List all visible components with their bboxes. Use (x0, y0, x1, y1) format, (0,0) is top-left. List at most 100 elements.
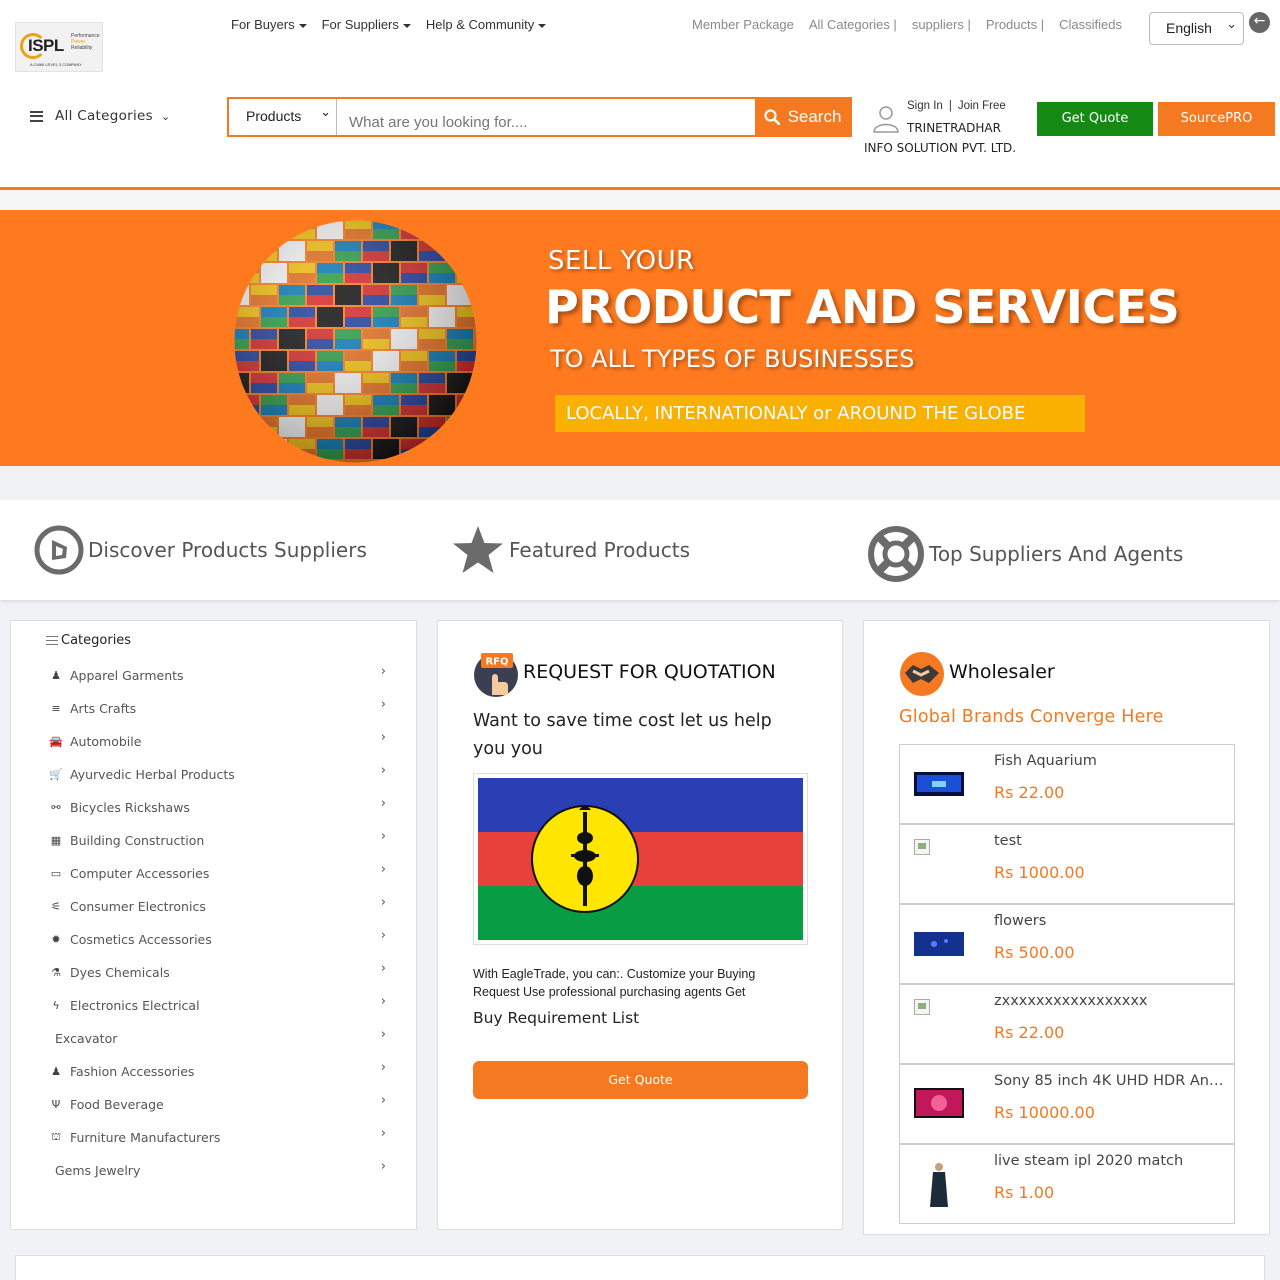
chevron-right-icon: › (380, 730, 386, 745)
category-item[interactable]: ▭ Computer Accessories › (46, 857, 386, 890)
all-categories-label: All Categories (55, 108, 153, 124)
category-label: Consumer Electronics (70, 899, 206, 914)
product-thumbnail[interactable] (914, 919, 964, 969)
product-card[interactable]: live steam ipl 2020 match Rs 1.00 (899, 1144, 1235, 1224)
category-item[interactable]: 🛒 Ayurvedic Herbal Products › (46, 758, 386, 791)
feature-discover-label: Discover Products Suppliers (88, 538, 367, 562)
banner-line-3: TO ALL TYPES OF BUSINESSES (550, 345, 915, 373)
category-item[interactable]: ⚗ Dyes Chemicals › (46, 956, 386, 989)
feature-top-suppliers-label: Top Suppliers And Agents (929, 542, 1184, 566)
feature-discover[interactable]: Discover Products Suppliers (34, 525, 367, 575)
cutlery-icon: Ψ (51, 1098, 61, 1111)
flag-globe-image (234, 220, 477, 463)
category-item[interactable]: ♟ Fashion Accessories › (46, 1055, 386, 1088)
chevron-right-icon: › (380, 664, 386, 679)
search-icon (763, 109, 780, 125)
link-all-categories[interactable]: All Categories | (809, 17, 897, 32)
list-icon (46, 636, 58, 645)
sourcepro-button[interactable]: SourcePRO (1158, 102, 1275, 136)
product-name[interactable]: test (994, 833, 1230, 849)
bed-icon: ⛫ (50, 1130, 62, 1143)
category-item[interactable]: Gems Jewelry › (46, 1154, 386, 1187)
product-name[interactable]: Fish Aquarium (994, 753, 1230, 769)
category-label: Gems Jewelry (55, 1163, 141, 1178)
product-thumbnail[interactable] (914, 839, 964, 889)
product-card[interactable]: Sony 85 inch 4K UHD HDR Android Rs 10000.… (899, 1064, 1235, 1144)
product-name[interactable]: live steam ipl 2020 match (994, 1153, 1230, 1169)
rfq-image (473, 773, 808, 945)
category-label: Computer Accessories (70, 866, 210, 881)
category-list: ♟ Apparel Garments › ≡ Arts Crafts › 🚘 Automobi… (46, 659, 386, 1187)
nav-for-suppliers[interactable]: For Suppliers (322, 17, 411, 32)
nav-for-buyers[interactable]: For Buyers (231, 17, 307, 32)
search-button[interactable]: Search (755, 99, 850, 135)
category-item[interactable]: ♟ Apparel Garments › (46, 659, 386, 692)
compass-icon (34, 525, 84, 575)
product-card[interactable]: zxxxxxxxxxxxxxxxxx Rs 22.00 (899, 984, 1235, 1064)
flask-icon: ⚗ (51, 966, 61, 979)
company-name[interactable]: TRINETRADHAR INFO SOLUTION PVT. LTD. (864, 118, 1024, 158)
category-item[interactable]: ≡ Arts Crafts › (46, 692, 386, 725)
sign-in-link[interactable]: Sign In (907, 100, 943, 112)
category-label: Excavator (55, 1031, 118, 1046)
category-item[interactable]: 🚘 Automobile › (46, 725, 386, 758)
link-classifieds[interactable]: Classifieds (1059, 17, 1122, 32)
product-price: Rs 1.00 (994, 1183, 1055, 1202)
search-scope-select[interactable]: Products (229, 99, 337, 135)
product-thumbnail[interactable] (914, 1079, 964, 1129)
product-card[interactable]: test Rs 1000.00 (899, 824, 1235, 904)
product-thumbnail[interactable] (914, 759, 964, 809)
category-label: Ayurvedic Herbal Products (70, 767, 235, 782)
chevron-right-icon: › (380, 1159, 386, 1174)
rfq-title: REQUEST FOR QUOTATION (523, 661, 776, 683)
product-name[interactable]: Sony 85 inch 4K UHD HDR Android (994, 1073, 1230, 1089)
logo-brand: ISPL (28, 36, 64, 55)
new-caledonia-flag-image (478, 778, 803, 940)
logo-tagline: Performance Power Reliability (71, 33, 100, 51)
categories-heading: Categories (46, 633, 131, 648)
category-item[interactable]: Ψ Food Beverage › (46, 1088, 386, 1121)
product-name[interactable]: zxxxxxxxxxxxxxxxxx (994, 993, 1230, 1009)
chevron-right-icon: › (380, 862, 386, 877)
chevron-right-icon: › (380, 763, 386, 778)
link-products[interactable]: Products | (986, 17, 1044, 32)
product-card[interactable]: flowers Rs 500.00 (899, 904, 1235, 984)
next-section-panel (15, 1255, 1265, 1280)
product-thumbnail[interactable] (914, 999, 964, 1049)
category-item[interactable]: ⛫ Furniture Manufacturers › (46, 1121, 386, 1154)
category-item[interactable]: Excavator › (46, 1022, 386, 1055)
search-input[interactable] (337, 99, 755, 135)
site-logo[interactable]: ISPL Performance Power Reliability A CMM… (15, 22, 103, 72)
feature-top-suppliers[interactable]: Top Suppliers And Agents (867, 525, 1183, 583)
category-item[interactable]: ▦ Building Construction › (46, 824, 386, 857)
product-thumbnail[interactable] (914, 1159, 964, 1209)
all-categories-menu[interactable]: All Categories ⌄ (30, 108, 171, 124)
category-label: Building Construction (70, 833, 205, 848)
promo-banner[interactable]: SELL YOUR PRODUCT AND SERVICES TO ALL TY… (0, 210, 1280, 466)
banner-headline: PRODUCT AND SERVICES (545, 280, 1180, 334)
product-name[interactable]: flowers (994, 913, 1230, 929)
category-item[interactable]: ϟ Electronics Electrical › (46, 989, 386, 1022)
nav-help-community[interactable]: Help & Community (426, 17, 546, 32)
get-quote-button[interactable]: Get Quote (1037, 102, 1153, 136)
chevron-right-icon: › (380, 895, 386, 910)
broken-image-icon (914, 839, 930, 855)
rfq-get-quote-button[interactable]: Get Quote (473, 1061, 808, 1099)
category-label: Electronics Electrical (70, 998, 200, 1013)
buy-requirement-list-link[interactable]: Buy Requirement List (473, 1009, 639, 1027)
feature-featured[interactable]: Featured Products (451, 525, 690, 575)
language-select[interactable]: English (1149, 12, 1244, 45)
product-price: Rs 10000.00 (994, 1103, 1095, 1122)
join-free-link[interactable]: Join Free (958, 100, 1006, 112)
link-suppliers[interactable]: suppliers | (912, 17, 971, 32)
category-item[interactable]: ⚯ Bicycles Rickshaws › (46, 791, 386, 824)
back-arrow-icon[interactable]: ← (1249, 12, 1270, 33)
desktop-icon: ▭ (50, 867, 62, 880)
category-item[interactable]: ✹ Cosmetics Accessories › (46, 923, 386, 956)
top-links: Member Package All Categories | supplier… (692, 17, 1137, 32)
rfq-subtitle: Want to save time cost let us help you y… (473, 711, 772, 759)
category-item[interactable]: ⚟ Consumer Electronics › (46, 890, 386, 923)
product-card[interactable]: Fish Aquarium Rs 22.00 (899, 744, 1235, 824)
link-member-package[interactable]: Member Package (692, 17, 794, 32)
category-label: Arts Crafts (70, 701, 137, 716)
